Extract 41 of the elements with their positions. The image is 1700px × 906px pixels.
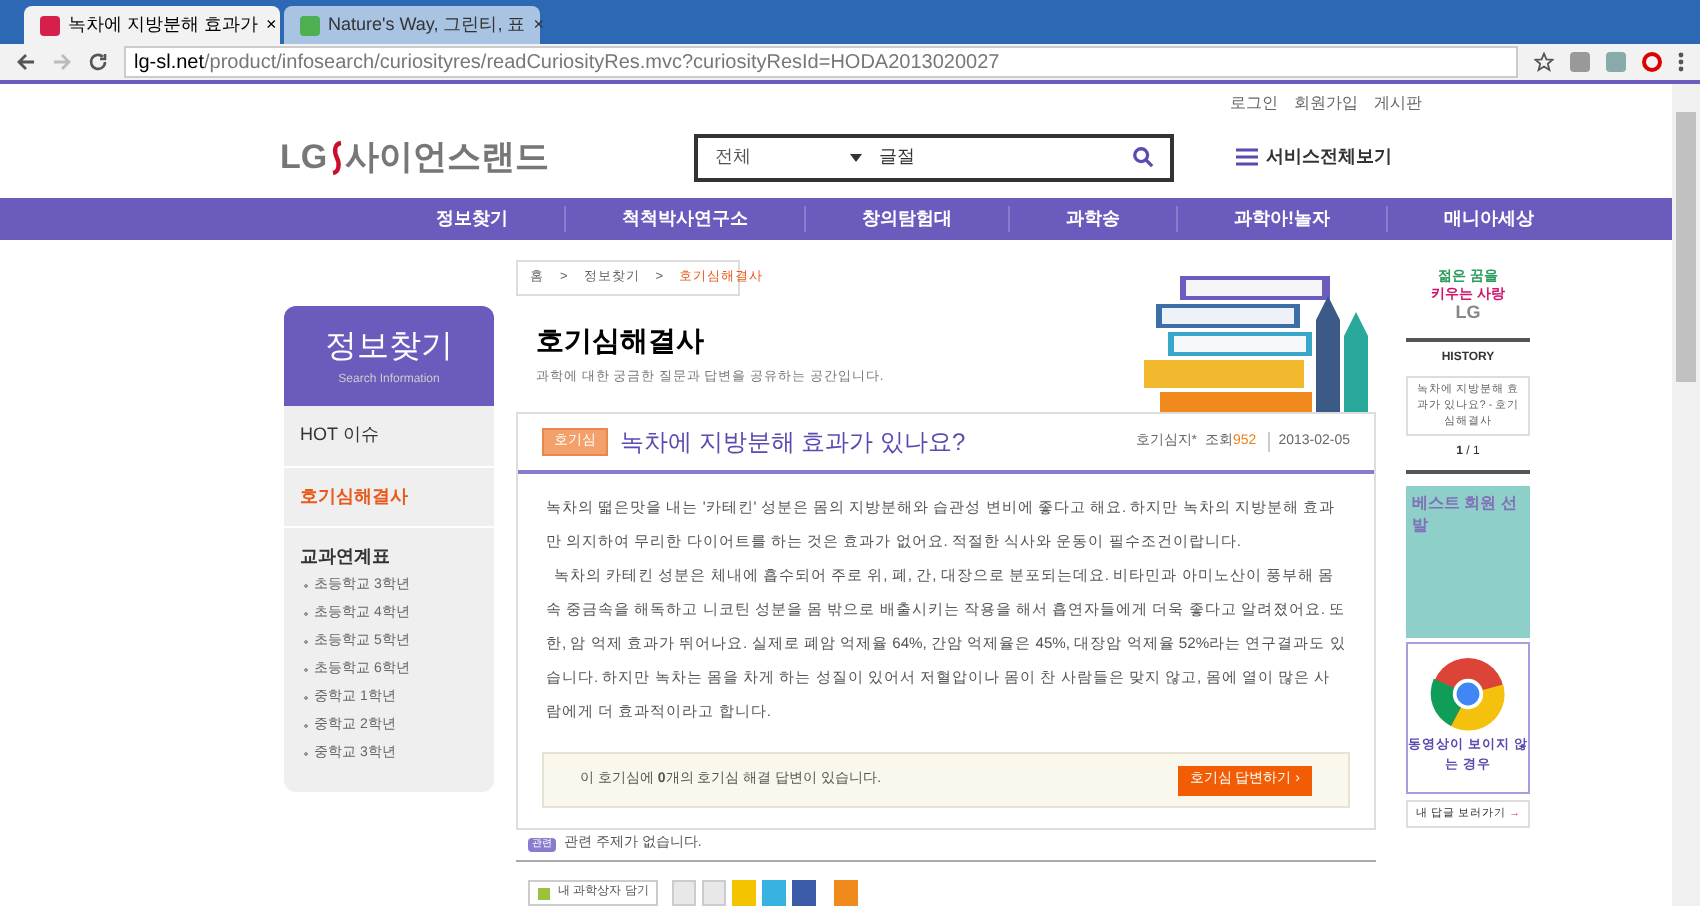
search-value: 글절 <box>878 143 917 170</box>
reload-icon[interactable] <box>88 52 108 72</box>
nav-item[interactable]: 척척박사연구소 <box>564 205 804 233</box>
caret-icon <box>850 153 863 162</box>
scrollbar-thumb[interactable] <box>1676 112 1696 382</box>
page-title: 호기심해결사 <box>536 322 706 360</box>
search-field[interactable]: 전체 글절 <box>694 133 1175 182</box>
category-select[interactable]: 전체 <box>714 143 835 171</box>
close-icon[interactable]: × <box>266 11 277 39</box>
service-menu-link[interactable]: 서비스전체보기 <box>1265 143 1392 171</box>
sidebar-item[interactable]: 호기심해결사 <box>284 467 494 526</box>
sidebar-item[interactable]: 교과연계표 <box>284 528 494 571</box>
star-icon[interactable] <box>1534 52 1554 72</box>
article-title: 녹차에 지방분해 효과가 있나요? <box>620 426 968 460</box>
nav-item[interactable]: 정보찾기 <box>380 205 564 233</box>
search-icon[interactable] <box>1132 146 1155 169</box>
sidebar-title: 정보찾기 <box>325 327 453 367</box>
site-logo[interactable]: LG 사이언스랜드 <box>280 131 550 183</box>
favicon-icon <box>40 15 60 35</box>
top-link[interactable]: 회원가입 <box>1294 92 1358 116</box>
browser-tab[interactable]: 녹차에 지방분해 효과가 × <box>24 6 280 44</box>
nav-item[interactable]: 창의탐험대 <box>804 205 1008 233</box>
box-icon <box>538 887 550 899</box>
banner-text: 베스트 회원 선발 <box>1412 492 1519 536</box>
scrollbar[interactable] <box>1672 84 1700 906</box>
nav-item[interactable]: 과학송 <box>1008 205 1176 233</box>
favicon-icon <box>300 15 320 35</box>
top-link[interactable]: 게시판 <box>1374 92 1422 116</box>
menu-icon[interactable] <box>1235 148 1258 167</box>
tab-title: Nature's Way, 그린티, 표 <box>328 11 526 38</box>
logo-mark-icon <box>329 139 344 176</box>
sidebar-item[interactable]: HOT 이슈 <box>284 406 494 465</box>
forward-icon[interactable] <box>52 52 72 72</box>
address-field[interactable]: lg-sl.net/product/infosearch/curiosityres/readCuriosityRes.mvc?curiosityResId=HODA2013020027 <box>124 46 1518 78</box>
top-link[interactable]: 로그인 <box>1230 92 1278 116</box>
nav-item[interactable]: 매니아세상 <box>1386 205 1590 233</box>
menu-icon[interactable] <box>1678 52 1684 72</box>
tab-title: 녹차에 지방분해 효과가 <box>68 11 259 38</box>
nav-item[interactable]: 과학아!놀자 <box>1176 205 1386 233</box>
back-icon[interactable] <box>16 52 36 72</box>
browser-logo-icon <box>1430 656 1506 732</box>
